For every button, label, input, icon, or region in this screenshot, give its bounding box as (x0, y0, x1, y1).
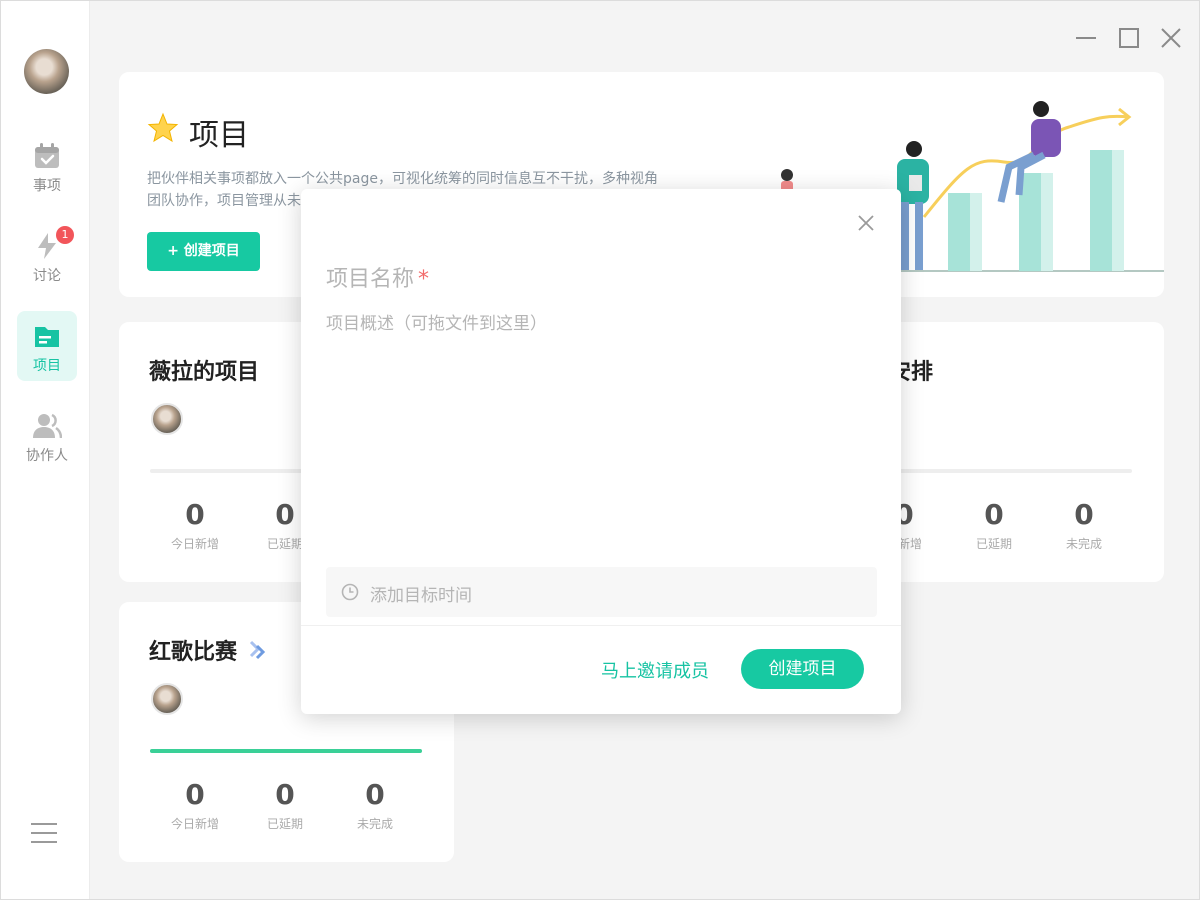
clock-icon (341, 583, 359, 601)
stat-label: 已延期 (975, 537, 1012, 551)
calendar-check-icon (35, 143, 59, 168)
app-window: 事项 1 讨论 项目 协作人 项目 把伙伴相关事项都放入一个公共page，可视化… (0, 0, 1200, 900)
stat-label: 今日新增 (170, 537, 219, 551)
unread-badge: 1 (56, 226, 74, 244)
stat-incomplete: 0 未完成 (1039, 498, 1129, 552)
folder-icon (35, 327, 59, 347)
page-title: 项目 (189, 118, 249, 153)
stat-value: 0 (1074, 498, 1094, 531)
stat-value: 0 (365, 778, 385, 811)
project-name-input[interactable]: 项目名称 * (326, 261, 429, 293)
sidebar-item-discussion[interactable]: 1 讨论 (17, 221, 77, 291)
stat-new-today: 0 今日新增 (150, 778, 240, 832)
minimize-icon[interactable] (1075, 27, 1097, 49)
project-progress-bar (889, 469, 1132, 473)
people-icon (33, 413, 62, 439)
progress-fill (150, 749, 422, 753)
create-project-dialog: 项目名称 * 项目概述（可拖文件到这里） 添加目标时间 马上邀请成员 创建项目 (301, 189, 901, 714)
invite-members-link[interactable]: 马上邀请成员 (601, 657, 709, 683)
sidebar-item-projects[interactable]: 项目 (17, 311, 77, 381)
sidebar-item-tasks[interactable]: 事项 (17, 131, 77, 201)
sidebar-item-label: 项目 (33, 358, 61, 374)
stat-value: 0 (984, 498, 1004, 531)
stat-label: 已延期 (266, 817, 303, 831)
member-avatar (151, 683, 183, 715)
project-name-placeholder: 项目名称 (326, 267, 415, 292)
stat-new-today: 0 今日新增 (150, 498, 240, 552)
stat-label: 未完成 (1065, 537, 1102, 551)
sidebar-item-label: 协作人 (26, 448, 68, 464)
stat-label: 今日新增 (170, 817, 219, 831)
maximize-icon[interactable] (1118, 27, 1140, 49)
sidebar-item-label: 讨论 (33, 268, 61, 284)
dialog-divider (301, 625, 901, 626)
stat-value: 0 (185, 498, 205, 531)
stat-value: 0 (275, 778, 295, 811)
stat-overdue: 0 已延期 (240, 778, 330, 832)
create-project-button[interactable]: + 创建项目 (147, 232, 260, 271)
stat-incomplete: 0 未完成 (330, 778, 420, 832)
hamburger-menu-icon[interactable] (31, 821, 57, 845)
project-title: 薇拉的项目 (149, 360, 260, 385)
stat-overdue: 0 已延期 (949, 498, 1039, 552)
stat-label: 未完成 (356, 817, 393, 831)
close-icon[interactable] (1160, 27, 1182, 49)
sidebar: 事项 1 讨论 项目 协作人 (1, 1, 90, 899)
project-progress-bar (150, 749, 422, 753)
hero-description-line: 把伙伴相关事项都放入一个公共page，可视化统筹的同时信息互不干扰，多种视角 (147, 171, 658, 187)
required-mark: * (418, 267, 430, 292)
star-icon (147, 112, 179, 143)
sidebar-item-label: 事项 (33, 178, 61, 194)
project-title: 红歌比赛 (149, 640, 238, 665)
target-time-field[interactable]: 添加目标时间 (326, 567, 877, 617)
stat-value: 0 (185, 778, 205, 811)
sidebar-item-collaborators[interactable]: 协作人 (17, 401, 77, 471)
member-avatar (151, 403, 183, 435)
close-icon[interactable] (856, 213, 876, 233)
user-avatar[interactable] (24, 49, 69, 94)
create-project-submit-button[interactable]: 创建项目 (741, 649, 864, 689)
target-time-placeholder: 添加目标时间 (370, 586, 472, 606)
sync-icon (249, 640, 266, 660)
project-description-input[interactable]: 项目概述（可拖文件到这里） (326, 309, 547, 334)
